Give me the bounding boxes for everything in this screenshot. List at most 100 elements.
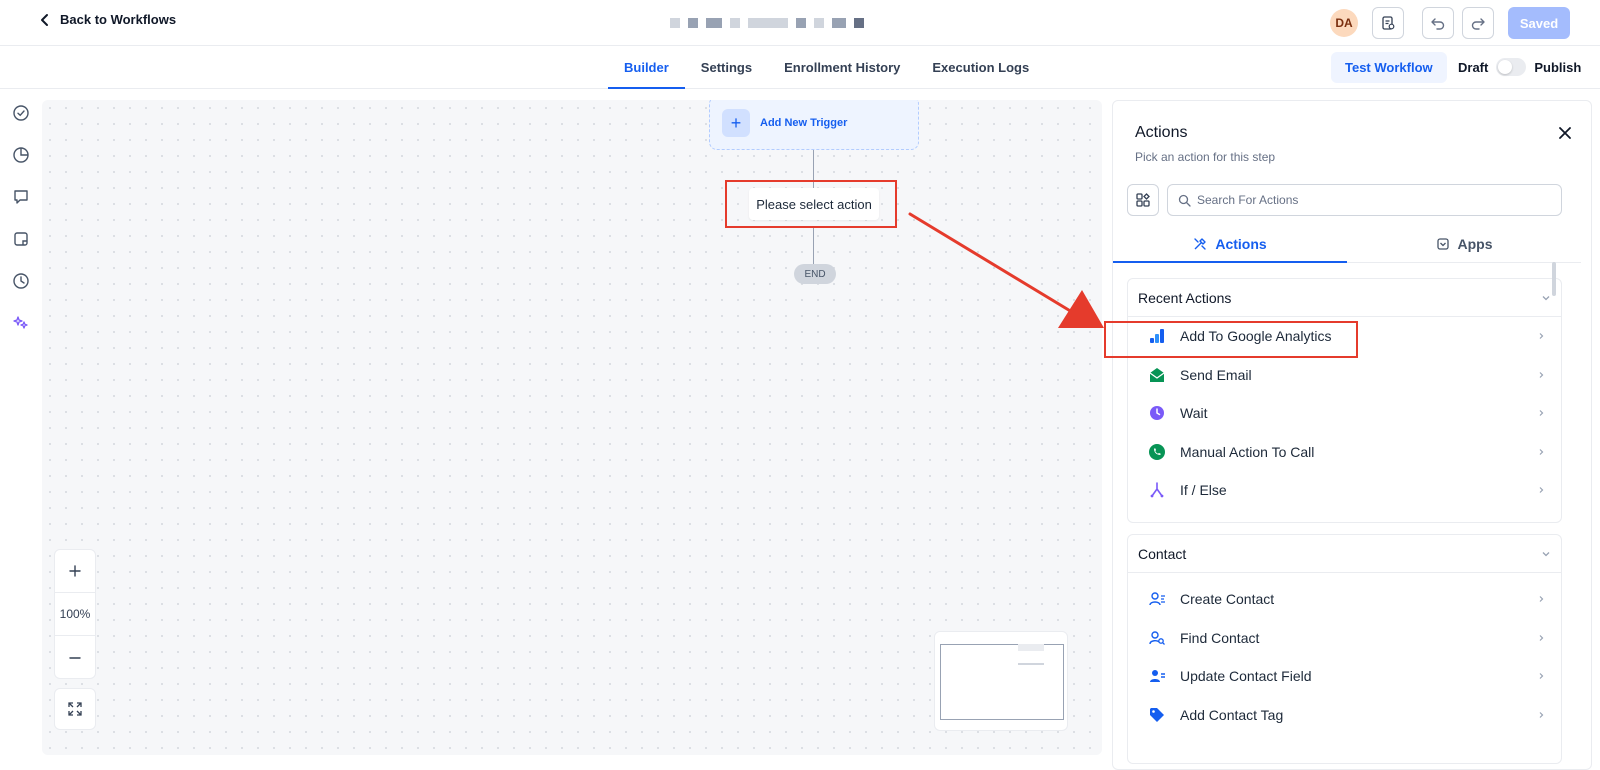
chevron-left-icon [41,13,48,26]
recent-actions-section: Recent Actions Add To Google Analytics S… [1127,278,1562,523]
publish-label: Publish [1534,59,1582,75]
publish-toggle[interactable] [1496,58,1527,76]
search-input[interactable] [1197,193,1537,207]
item-label: Create Contact [1180,591,1275,608]
left-rail [0,89,40,770]
minimap[interactable] [934,631,1068,731]
item-label: Wait [1180,405,1208,422]
workflow-title-redacted [670,12,940,34]
top-bar: Back to Workflows DA Saved [0,0,1600,46]
minimap-viewport [940,644,1064,720]
check-circle-icon[interactable] [11,103,31,123]
contact-section: Contact Create Contact Find Contact Upda… [1127,534,1562,764]
trigger-label: Add New Trigger [760,117,848,129]
list-item-create-contact[interactable]: Create Contact [1128,580,1561,619]
chevron-down-icon [1542,551,1550,556]
recent-actions-header[interactable]: Recent Actions [1128,279,1561,317]
annotation-arrow [908,212,1104,328]
close-icon [1559,127,1571,139]
chevron-right-icon [1539,711,1544,718]
panel-title: Actions [1135,124,1188,141]
find-contact-icon [1146,627,1168,649]
back-label: Back to Workflows [60,12,177,27]
tag-icon [1146,704,1168,726]
plus-icon: + [722,109,750,137]
tab-builder[interactable]: Builder [608,46,685,89]
actions-panel: Actions Pick an action for this step Act… [1112,100,1592,770]
chevron-right-icon [1539,371,1544,378]
minimap-node [1018,663,1044,665]
undo-icon [1431,18,1445,30]
tab-enrollment-history[interactable]: Enrollment History [768,46,916,89]
list-item-send-email[interactable]: Send Email [1128,356,1561,395]
undo-button[interactable] [1422,7,1454,39]
avatar[interactable]: DA [1330,9,1358,37]
update-contact-icon [1146,665,1168,687]
chevron-right-icon [1539,634,1544,641]
item-label: Send Email [1180,366,1252,383]
workflow-canvas[interactable]: + Add New Trigger Please select action E… [42,100,1102,755]
chevron-right-icon [1539,596,1544,603]
zoom-in-button[interactable] [55,550,95,593]
test-workflow-button[interactable]: Test Workflow [1331,52,1447,83]
back-to-workflows-link[interactable]: Back to Workflows [38,12,176,27]
plus-icon [69,565,81,577]
zoom-out-button[interactable] [55,636,95,679]
fit-view-button[interactable] [54,688,96,730]
add-new-trigger-node[interactable]: + Add New Trigger [709,100,919,150]
annotation-highlight-box [1104,321,1358,358]
list-item-if-else[interactable]: If / Else [1128,471,1561,510]
tools-icon [1194,238,1207,250]
search-icon [1178,194,1191,207]
notes-button[interactable] [1372,7,1404,39]
tab-actions[interactable]: Actions [1113,225,1347,263]
panel-scrollbar[interactable] [1552,262,1556,296]
app-icon [1436,238,1449,250]
close-panel-button[interactable] [1557,125,1573,141]
end-node: END [794,264,836,284]
redo-icon [1471,18,1485,30]
sparkles-icon[interactable] [11,313,31,333]
list-item-manual-action-to-call[interactable]: Manual Action To Call [1128,433,1561,472]
chevron-right-icon [1539,673,1544,680]
chevron-right-icon [1539,410,1544,417]
grid-view-button[interactable] [1127,184,1159,216]
comment-icon[interactable] [11,187,31,207]
item-label: If / Else [1180,482,1227,499]
chevron-right-icon [1539,487,1544,494]
item-label: Add Contact Tag [1180,706,1284,723]
tab-apps-label: Apps [1457,236,1493,252]
grid-icon [1136,193,1150,207]
draft-label: Draft [1458,59,1489,75]
tab-apps[interactable]: Apps [1347,225,1581,263]
tabs-bar: Builder Settings Enrollment History Exec… [0,46,1600,89]
list-item-add-contact-tag[interactable]: Add Contact Tag [1128,696,1561,735]
chevron-right-icon [1539,448,1544,455]
minus-icon [69,656,81,659]
list-item-wait[interactable]: Wait [1128,394,1561,433]
contact-header[interactable]: Contact [1128,535,1561,573]
minimap-node [1018,644,1044,651]
tab-actions-label: Actions [1215,236,1267,252]
history-icon[interactable] [11,271,31,291]
tab-execution-logs[interactable]: Execution Logs [916,46,1045,89]
phone-icon [1146,441,1168,463]
tab-settings[interactable]: Settings [685,46,768,89]
redo-button[interactable] [1462,7,1494,39]
list-item-update-contact-field[interactable]: Update Contact Field [1128,657,1561,696]
item-label: Find Contact [1180,629,1260,646]
email-icon [1146,364,1168,386]
item-label: Update Contact Field [1180,668,1312,685]
pie-chart-icon[interactable] [11,145,31,165]
section-title: Recent Actions [1138,289,1232,306]
annotation-highlight-box [725,180,897,228]
search-box [1167,184,1562,216]
chevron-right-icon [1539,333,1544,340]
zoom-level: 100% [55,593,95,636]
chevron-down-icon [1542,295,1550,300]
list-item-find-contact[interactable]: Find Contact [1128,619,1561,658]
section-title: Contact [1138,545,1187,562]
note-icon[interactable] [11,229,31,249]
panel-subtitle: Pick an action for this step [1135,150,1276,164]
saved-button[interactable]: Saved [1508,7,1570,39]
